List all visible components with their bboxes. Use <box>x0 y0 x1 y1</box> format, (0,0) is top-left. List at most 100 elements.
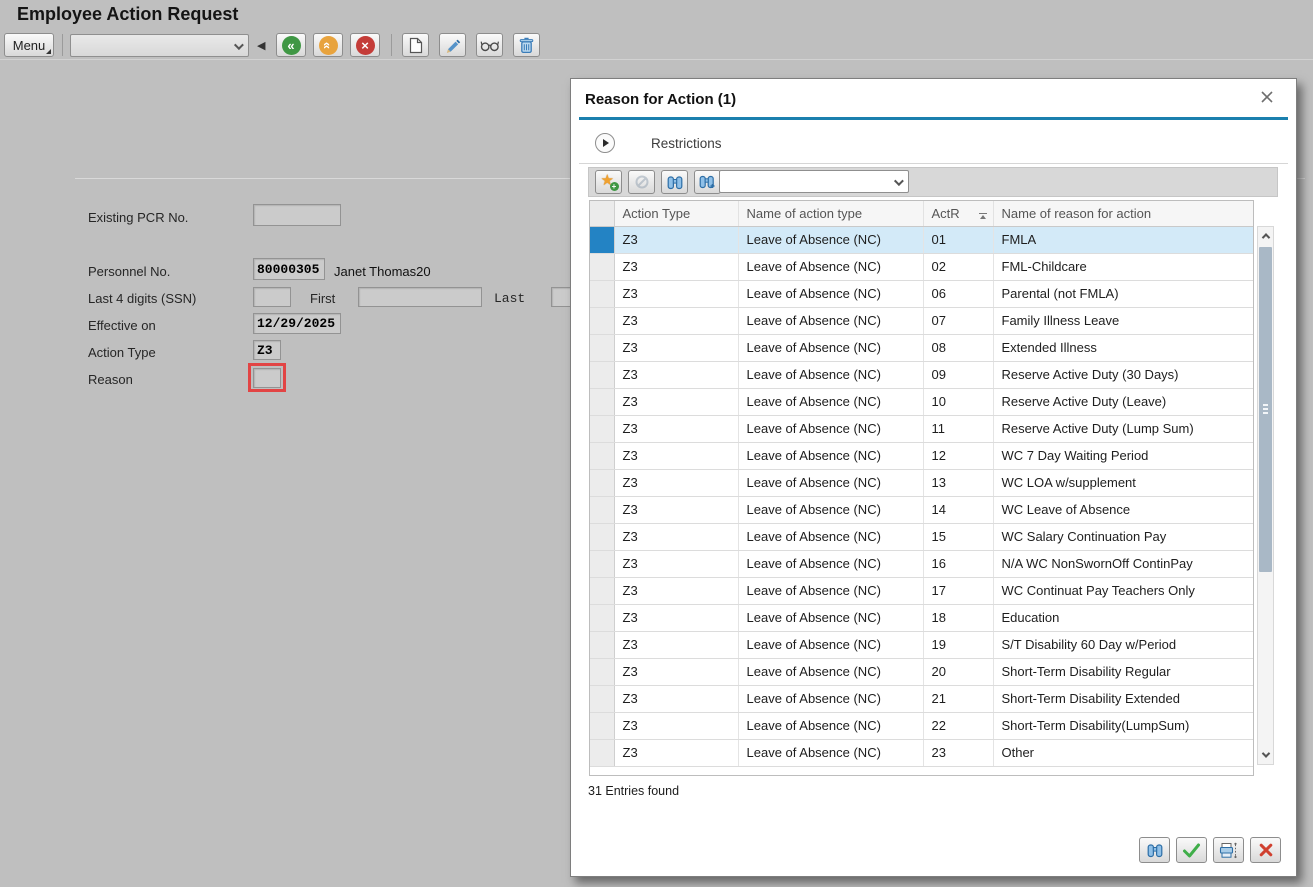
column-header-name-of-action-type[interactable]: Name of action type <box>738 201 923 226</box>
insert-in-personal-list-button[interactable]: ★+ <box>595 170 622 194</box>
cell-type[interactable]: Z3 <box>614 685 738 712</box>
table-row[interactable]: Z3Leave of Absence (NC)21Short-Term Disa… <box>590 685 1253 712</box>
cell-type[interactable]: Z3 <box>614 253 738 280</box>
table-row[interactable]: Z3Leave of Absence (NC)01FMLA <box>590 226 1253 253</box>
row-select-cell[interactable] <box>590 361 614 388</box>
dialog-cancel-button[interactable] <box>1250 837 1281 863</box>
table-row[interactable]: Z3Leave of Absence (NC)08Extended Illnes… <box>590 334 1253 361</box>
cell-reason[interactable]: S/T Disability 60 Day w/Period <box>993 631 1253 658</box>
find-button[interactable] <box>661 170 688 194</box>
cell-actr[interactable]: 19 <box>923 631 993 658</box>
cell-type[interactable]: Z3 <box>614 307 738 334</box>
column-header-action-type[interactable]: Action Type <box>614 201 738 226</box>
ssn-input[interactable] <box>253 287 291 307</box>
existing-pcr-input[interactable] <box>253 204 341 226</box>
cell-reason[interactable]: WC Continuat Pay Teachers Only <box>993 577 1253 604</box>
cell-actr[interactable]: 08 <box>923 334 993 361</box>
cell-type[interactable]: Z3 <box>614 631 738 658</box>
cell-type[interactable]: Z3 <box>614 361 738 388</box>
cell-reason[interactable]: Family Illness Leave <box>993 307 1253 334</box>
cancel-button[interactable]: × <box>350 33 380 57</box>
cell-actr[interactable]: 09 <box>923 361 993 388</box>
row-select-cell[interactable] <box>590 577 614 604</box>
cell-type[interactable]: Z3 <box>614 442 738 469</box>
cell-type-name[interactable]: Leave of Absence (NC) <box>738 334 923 361</box>
column-header-name-of-reason[interactable]: Name of reason for action <box>993 201 1253 226</box>
cell-reason[interactable]: WC Leave of Absence <box>993 496 1253 523</box>
cell-type-name[interactable]: Leave of Absence (NC) <box>738 442 923 469</box>
delete-from-personal-list-button[interactable] <box>628 170 655 194</box>
cell-reason[interactable]: Short-Term Disability(LumpSum) <box>993 712 1253 739</box>
exit-button[interactable]: « <box>313 33 343 57</box>
cell-actr[interactable]: 14 <box>923 496 993 523</box>
cell-type-name[interactable]: Leave of Absence (NC) <box>738 469 923 496</box>
find-next-button[interactable] <box>694 170 721 194</box>
row-select-cell[interactable] <box>590 739 614 766</box>
cell-reason[interactable]: Short-Term Disability Regular <box>993 658 1253 685</box>
personnel-no-input[interactable] <box>253 258 325 280</box>
cell-reason[interactable]: Extended Illness <box>993 334 1253 361</box>
cell-type[interactable]: Z3 <box>614 577 738 604</box>
cell-type-name[interactable]: Leave of Absence (NC) <box>738 739 923 766</box>
row-select-cell[interactable] <box>590 631 614 658</box>
scrollbar-thumb[interactable] <box>1259 247 1272 572</box>
table-row[interactable]: Z3Leave of Absence (NC)20Short-Term Disa… <box>590 658 1253 685</box>
cell-type-name[interactable]: Leave of Absence (NC) <box>738 685 923 712</box>
table-row[interactable]: Z3Leave of Absence (NC)17WC Continuat Pa… <box>590 577 1253 604</box>
row-select-cell[interactable] <box>590 550 614 577</box>
row-select-cell[interactable] <box>590 415 614 442</box>
cell-reason[interactable]: WC Salary Continuation Pay <box>993 523 1253 550</box>
cell-type[interactable]: Z3 <box>614 550 738 577</box>
row-select-cell[interactable] <box>590 658 614 685</box>
toolbar-collapse-icon[interactable]: ◀ <box>257 39 265 52</box>
table-row[interactable]: Z3Leave of Absence (NC)13WC LOA w/supple… <box>590 469 1253 496</box>
cell-type-name[interactable]: Leave of Absence (NC) <box>738 388 923 415</box>
cell-reason[interactable]: WC LOA w/supplement <box>993 469 1253 496</box>
table-row[interactable]: Z3Leave of Absence (NC)14WC Leave of Abs… <box>590 496 1253 523</box>
cell-type-name[interactable]: Leave of Absence (NC) <box>738 550 923 577</box>
table-row[interactable]: Z3Leave of Absence (NC)07Family Illness … <box>590 307 1253 334</box>
table-row[interactable]: Z3Leave of Absence (NC)09Reserve Active … <box>590 361 1253 388</box>
dialog-close-button[interactable] <box>1260 90 1280 110</box>
row-select-cell[interactable] <box>590 496 614 523</box>
column-header-actr[interactable]: ActR <box>923 201 993 226</box>
cell-type-name[interactable]: Leave of Absence (NC) <box>738 280 923 307</box>
table-row[interactable]: Z3Leave of Absence (NC)02FML-Childcare <box>590 253 1253 280</box>
transaction-combobox[interactable] <box>70 34 249 57</box>
print-button[interactable] <box>1213 837 1244 863</box>
cell-type-name[interactable]: Leave of Absence (NC) <box>738 226 923 253</box>
cell-reason[interactable]: FML-Childcare <box>993 253 1253 280</box>
cell-actr[interactable]: 21 <box>923 685 993 712</box>
row-select-cell[interactable] <box>590 253 614 280</box>
cell-actr[interactable]: 15 <box>923 523 993 550</box>
cell-reason[interactable]: Short-Term Disability Extended <box>993 685 1253 712</box>
row-select-cell[interactable] <box>590 469 614 496</box>
cell-reason[interactable]: N/A WC NonSwornOff ContinPay <box>993 550 1253 577</box>
table-row[interactable]: Z3Leave of Absence (NC)10Reserve Active … <box>590 388 1253 415</box>
table-scrollbar[interactable] <box>1257 226 1274 765</box>
row-select-cell[interactable] <box>590 442 614 469</box>
cell-actr[interactable]: 23 <box>923 739 993 766</box>
cell-type[interactable]: Z3 <box>614 739 738 766</box>
table-row[interactable]: Z3Leave of Absence (NC)15WC Salary Conti… <box>590 523 1253 550</box>
action-type-input[interactable] <box>253 340 281 360</box>
cell-reason[interactable]: Reserve Active Duty (30 Days) <box>993 361 1253 388</box>
cell-reason[interactable]: Reserve Active Duty (Lump Sum) <box>993 415 1253 442</box>
cell-type-name[interactable]: Leave of Absence (NC) <box>738 604 923 631</box>
table-row[interactable]: Z3Leave of Absence (NC)11Reserve Active … <box>590 415 1253 442</box>
cell-type[interactable]: Z3 <box>614 496 738 523</box>
cell-type-name[interactable]: Leave of Absence (NC) <box>738 658 923 685</box>
cell-type-name[interactable]: Leave of Absence (NC) <box>738 631 923 658</box>
table-row[interactable]: Z3Leave of Absence (NC)16N/A WC NonSworn… <box>590 550 1253 577</box>
cell-type-name[interactable]: Leave of Absence (NC) <box>738 577 923 604</box>
row-select-cell[interactable] <box>590 712 614 739</box>
cell-reason[interactable]: Reserve Active Duty (Leave) <box>993 388 1253 415</box>
cell-type-name[interactable]: Leave of Absence (NC) <box>738 523 923 550</box>
cell-type[interactable]: Z3 <box>614 523 738 550</box>
row-select-cell[interactable] <box>590 523 614 550</box>
cell-actr[interactable]: 17 <box>923 577 993 604</box>
cell-actr[interactable]: 07 <box>923 307 993 334</box>
cell-type[interactable]: Z3 <box>614 604 738 631</box>
cell-type[interactable]: Z3 <box>614 415 738 442</box>
cell-type[interactable]: Z3 <box>614 658 738 685</box>
